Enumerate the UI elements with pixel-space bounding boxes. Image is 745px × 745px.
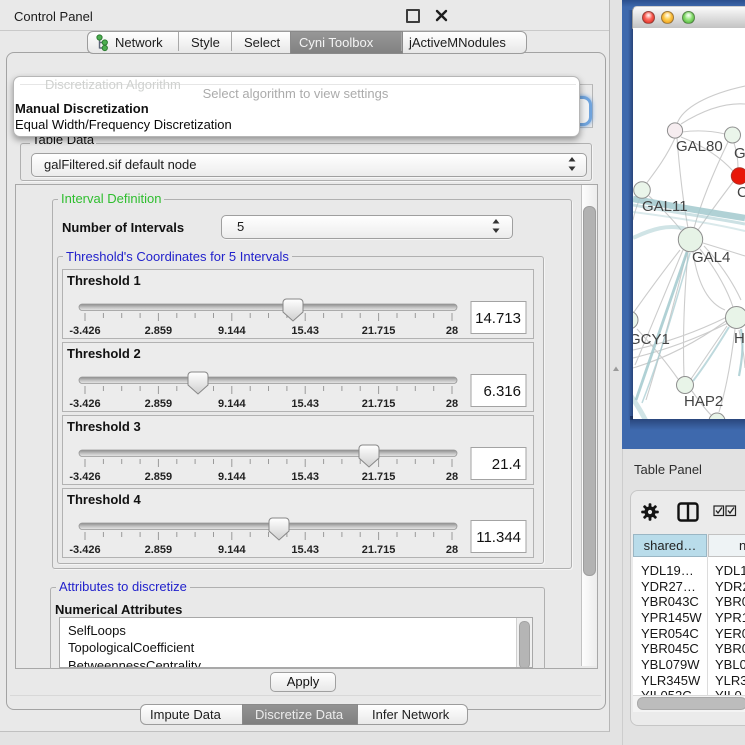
svg-text:GAL11: GAL11 <box>642 198 688 215</box>
svg-text:15.43: 15.43 <box>291 544 319 556</box>
svg-text:2.859: 2.859 <box>145 544 173 556</box>
svg-text:H: H <box>734 330 745 347</box>
svg-text:-3.426: -3.426 <box>69 325 100 337</box>
svg-text:15.43: 15.43 <box>291 471 319 483</box>
svg-text:-3.426: -3.426 <box>69 544 100 556</box>
svg-text:9.144: 9.144 <box>218 544 246 556</box>
svg-text:Threshold 2: Threshold 2 <box>67 346 141 361</box>
svg-text:6.316: 6.316 <box>483 383 521 400</box>
svg-text:2.859: 2.859 <box>145 398 173 410</box>
svg-text:GAL4: GAL4 <box>692 249 730 266</box>
svg-text:21.4: 21.4 <box>492 456 521 473</box>
svg-text:Threshold 3: Threshold 3 <box>67 419 141 434</box>
svg-text:21.715: 21.715 <box>362 471 396 483</box>
svg-text:2.859: 2.859 <box>145 471 173 483</box>
svg-text:9.144: 9.144 <box>218 398 246 410</box>
svg-text:28: 28 <box>446 398 458 410</box>
svg-text:21.715: 21.715 <box>362 325 396 337</box>
svg-text:GCY1: GCY1 <box>633 331 670 348</box>
svg-text:HAP2: HAP2 <box>684 393 723 410</box>
svg-text:21.715: 21.715 <box>362 544 396 556</box>
svg-text:GAL80: GAL80 <box>676 138 723 155</box>
svg-text:28: 28 <box>446 544 458 556</box>
svg-text:21.715: 21.715 <box>362 398 396 410</box>
svg-text:-3.426: -3.426 <box>69 398 100 410</box>
svg-text:11.344: 11.344 <box>476 529 521 546</box>
svg-text:14.713: 14.713 <box>475 310 521 327</box>
svg-text:9.144: 9.144 <box>218 325 246 337</box>
svg-text:Threshold 4: Threshold 4 <box>67 492 141 507</box>
svg-text:15.43: 15.43 <box>291 325 319 337</box>
svg-text:28: 28 <box>446 471 458 483</box>
svg-text:G.: G. <box>734 145 745 162</box>
svg-text:2.859: 2.859 <box>145 325 173 337</box>
svg-text:9.144: 9.144 <box>218 471 246 483</box>
svg-text:Threshold 1: Threshold 1 <box>67 273 141 288</box>
svg-text:-3.426: -3.426 <box>69 471 100 483</box>
svg-text:28: 28 <box>446 325 458 337</box>
svg-text:C: C <box>737 184 745 201</box>
svg-text:15.43: 15.43 <box>291 398 319 410</box>
